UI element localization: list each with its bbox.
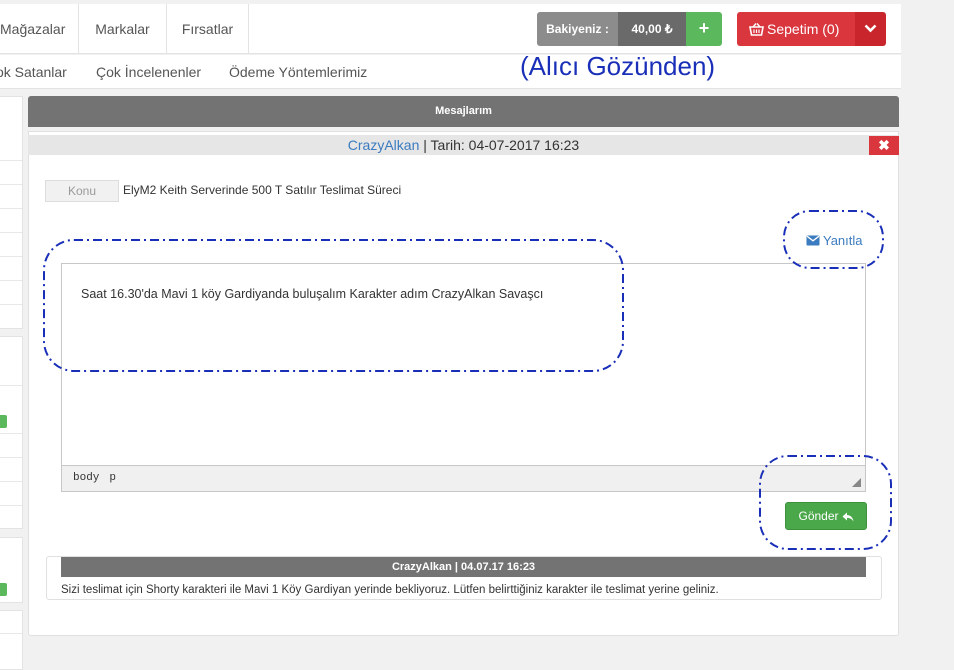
sidebar-badge — [0, 415, 7, 428]
message-editor[interactable]: Saat 16.30'da Mavi 1 köy Gardiyanda bulu… — [61, 263, 866, 492]
subnav-cok-satanlar[interactable]: ok Satanlar — [0, 55, 67, 89]
basket-icon — [749, 23, 764, 36]
cart-button[interactable]: Sepetim (0) — [737, 12, 855, 46]
message-date: | Tarih: 04-07-2017 16:23 — [419, 137, 580, 153]
cart-label: Sepetim (0) — [767, 21, 840, 37]
subject-label: Konu — [45, 180, 119, 202]
status-path-body[interactable]: body — [73, 472, 99, 484]
reply-arrow-icon — [842, 512, 854, 522]
reply-link[interactable]: Yanıtla — [806, 233, 863, 248]
send-button[interactable]: Gönder — [785, 502, 867, 530]
nav-markalar[interactable]: Markalar — [79, 4, 167, 54]
reply-label: Yanıtla — [823, 233, 863, 248]
editor-statusbar: body p — [62, 465, 865, 491]
messages-panel-header: Mesajlarım — [28, 96, 899, 127]
close-button[interactable]: ✖ — [869, 136, 899, 155]
status-path-p[interactable]: p — [109, 472, 116, 484]
sidebar-panel — [0, 336, 23, 529]
balance-label: Bakiyeniz : — [537, 12, 618, 46]
balance-value: 40,00 ₺ — [618, 12, 686, 46]
nav-firsatlar[interactable]: Fırsatlar — [167, 4, 249, 54]
subnav-odeme-yontemlerimiz[interactable]: Ödeme Yöntemlerimiz — [229, 55, 367, 89]
previous-reply-header: CrazyAlkan | 04.07.17 16:23 — [61, 557, 866, 577]
annotation-text: (Alıcı Gözünden) — [520, 51, 716, 81]
previous-reply-text: Sizi teslimat için Shorty karakteri ile … — [61, 584, 719, 596]
send-label: Gönder — [798, 509, 839, 523]
subnav-cok-incelenenler[interactable]: Çok İncelenenler — [96, 55, 201, 89]
close-icon: ✖ — [878, 137, 890, 153]
chevron-down-icon — [864, 24, 877, 33]
sidebar-panel — [0, 610, 23, 670]
cart-dropdown-toggle[interactable] — [855, 12, 886, 46]
resize-handle[interactable] — [852, 478, 861, 487]
message-sender-link[interactable]: CrazyAlkan — [348, 137, 420, 153]
top-navbar: Mağazalar Markalar Fırsatlar Bakiyeniz :… — [0, 4, 901, 54]
sub-navbar: ok Satanlar Çok İncelenenler Ödeme Yönte… — [0, 55, 901, 89]
nav-magazalar[interactable]: Mağazalar — [0, 4, 79, 54]
add-balance-button[interactable]: + — [686, 12, 722, 46]
editor-content[interactable]: Saat 16.30'da Mavi 1 köy Gardiyanda bulu… — [81, 287, 543, 301]
sidebar-panel — [0, 96, 23, 329]
sidebar-badge — [0, 583, 7, 596]
envelope-icon — [806, 235, 820, 246]
subject-text: ElyM2 Keith Serverinde 500 T Satılır Tes… — [123, 183, 402, 197]
message-title-bar: CrazyAlkan | Tarih: 04-07-2017 16:23 — [28, 135, 899, 155]
